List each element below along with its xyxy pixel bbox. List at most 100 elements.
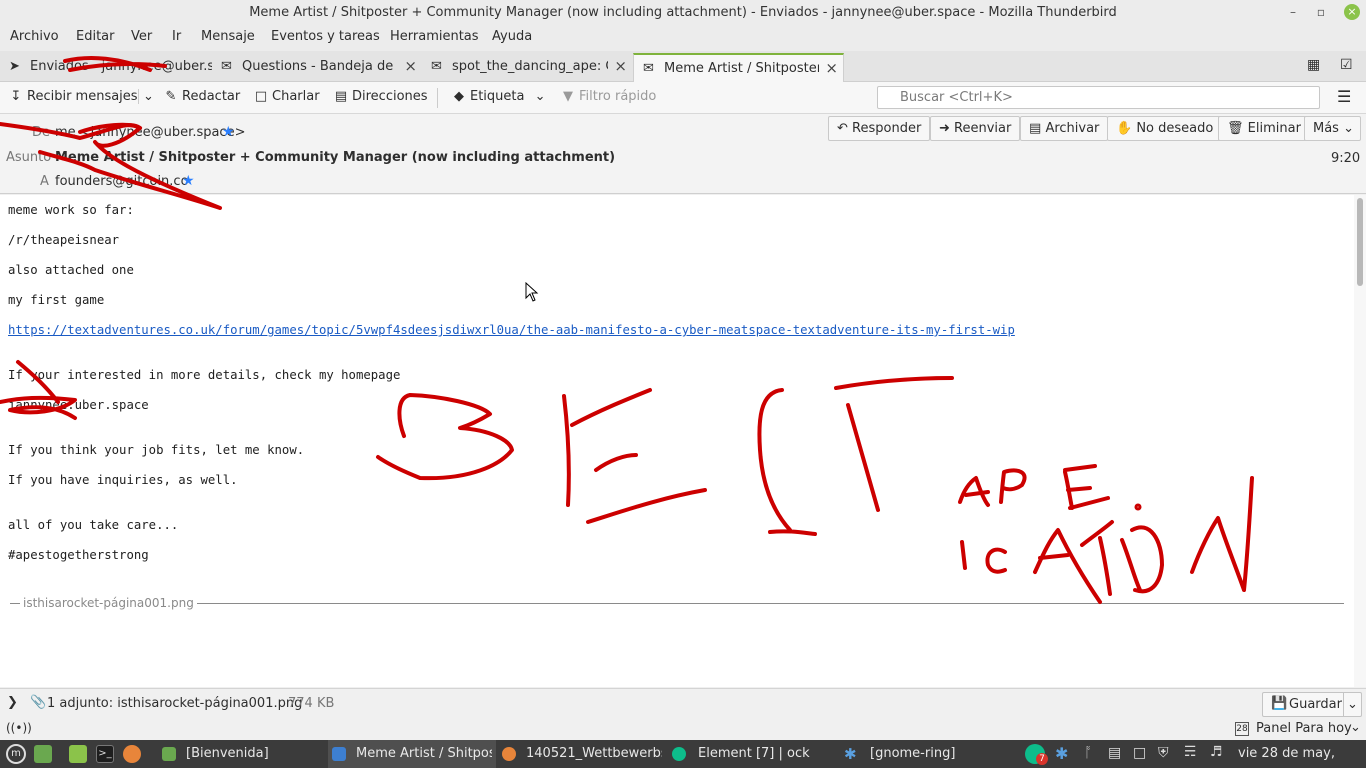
calendar-tab-icon[interactable]: ▦ xyxy=(1307,57,1320,73)
hashtag-line: #apestogetherstrong xyxy=(8,548,149,562)
window-titlebar: Meme Artist / Shitposter + Community Man… xyxy=(0,0,1366,25)
element-icon xyxy=(672,747,686,761)
today-pane-toggle[interactable]: Panel Para hoy xyxy=(1256,721,1352,736)
download-icon: ↧ xyxy=(10,89,22,104)
forward-icon: ➜ xyxy=(939,121,950,136)
game-link[interactable]: https://textadventures.co.uk/forum/games… xyxy=(8,323,1015,337)
homepage-line: jannynee.uber.space xyxy=(8,398,149,412)
window-title: Meme Artist / Shitposter + Community Man… xyxy=(249,5,1117,20)
reply-button[interactable]: ↶ Responder xyxy=(828,116,931,141)
taskbar-item-element[interactable]: Element [7] | ock xyxy=(668,740,836,768)
junk-button[interactable]: ✋ No deseado xyxy=(1107,116,1223,141)
quick-filter-button[interactable]: ▼ Filtro rápido xyxy=(560,89,656,104)
tab-enviados[interactable]: ➤ Enviados - jannynee@uber.space xyxy=(0,53,212,82)
bluetooth-icon[interactable]: ᚩ xyxy=(1084,745,1092,761)
minimize-button[interactable]: – xyxy=(1282,0,1304,25)
tag-icon: ◆ xyxy=(454,89,464,104)
files-icon[interactable] xyxy=(69,745,87,763)
app-menu-icon[interactable]: ☰ xyxy=(1337,87,1351,106)
updates-icon[interactable]: □ xyxy=(1133,745,1146,761)
tab-bar: ➤ Enviados - jannynee@uber.space ✉ Quest… xyxy=(0,51,1366,83)
delete-button[interactable]: 🗑 Eliminar xyxy=(1218,116,1310,141)
chevron-down-icon[interactable]: ⌄ xyxy=(1350,720,1361,735)
menu-ayuda[interactable]: Ayuda xyxy=(492,29,532,44)
taskbar-item-label: Meme Artist / Shitposter + Community Man… xyxy=(356,746,492,761)
write-button[interactable]: ✎ Redactar xyxy=(163,89,241,104)
chevron-right-icon[interactable]: ❯ xyxy=(7,695,18,710)
show-desktop-icon[interactable] xyxy=(34,745,52,763)
start-menu-icon[interactable]: m xyxy=(6,744,26,764)
online-status-icon[interactable]: ((•)) xyxy=(6,721,32,735)
body-line: If you have inquiries, as well. xyxy=(8,473,238,487)
chevron-down-icon: ⌄ xyxy=(143,89,154,104)
taskbar-item-wettbewerb[interactable]: 140521_Wettbewerbsanalyse xyxy=(498,740,666,768)
system-taskbar: m >_ [Bienvenida] Meme Artist / Shitpost… xyxy=(0,740,1366,768)
star-icon[interactable]: ★ xyxy=(182,173,195,189)
terminal-icon[interactable]: >_ xyxy=(96,745,114,763)
menu-editar[interactable]: Editar xyxy=(76,29,115,44)
wifi-icon[interactable]: ☴ xyxy=(1184,744,1197,760)
save-attachment-button[interactable]: 💾 Guardar ⌄ xyxy=(1262,692,1362,717)
chevron-down-icon[interactable]: ⌄ xyxy=(1343,693,1358,716)
subject-label: Asunto xyxy=(6,150,52,165)
gnome-ring-icon: ✱ xyxy=(844,745,857,763)
reply-label: Responder xyxy=(852,121,922,136)
volume-icon[interactable]: ♬ xyxy=(1210,744,1223,760)
tab-questions[interactable]: ✉ Questions - Bandeja de entrada × xyxy=(212,53,422,82)
get-messages-dropdown[interactable]: ⌄ xyxy=(138,89,154,104)
search-input[interactable]: Buscar <Ctrl+K> xyxy=(877,86,1320,109)
to-value[interactable]: founders@gitcoin.co xyxy=(55,174,189,189)
star-icon[interactable]: ★ xyxy=(222,124,235,140)
firefox-icon[interactable] xyxy=(123,745,141,763)
tasks-tab-icon[interactable]: ☑ xyxy=(1340,57,1353,73)
attachment-divider-label: isthisarocket-página001.png xyxy=(20,596,197,610)
close-window-button[interactable]: × xyxy=(1344,4,1360,20)
clipboard-icon[interactable]: ▤ xyxy=(1108,745,1121,761)
attachment-summary[interactable]: 1 adjunto: isthisarocket-página001.png xyxy=(47,696,302,711)
menu-eventos-tareas[interactable]: Eventos y tareas xyxy=(271,29,380,44)
chat-icon: □ xyxy=(254,89,268,104)
chat-button[interactable]: □ Charlar xyxy=(253,89,320,104)
to-label: A xyxy=(40,174,49,189)
menu-mensaje[interactable]: Mensaje xyxy=(201,29,255,44)
clock[interactable]: vie 28 de may, 11:08 xyxy=(1238,740,1366,768)
chevron-down-icon: ⌄ xyxy=(534,89,546,104)
maximize-button[interactable]: ▫ xyxy=(1310,0,1332,25)
more-label: Más xyxy=(1313,121,1339,136)
status-bar: ((•)) 28 Panel Para hoy ⌄ xyxy=(0,719,1366,740)
scrollbar-thumb[interactable] xyxy=(1357,198,1363,286)
tab-close-icon[interactable]: × xyxy=(401,53,417,80)
mail-icon: ✉ xyxy=(221,59,232,74)
pencil-icon: ✎ xyxy=(165,89,177,104)
tab-meme-artist[interactable]: ✉ Meme Artist / Shitposter + Community M… xyxy=(633,53,844,83)
menu-ver[interactable]: Ver xyxy=(131,29,152,44)
delete-label: Eliminar xyxy=(1247,121,1301,136)
menu-herramientas[interactable]: Herramientas xyxy=(390,29,479,44)
tag-label: Etiqueta xyxy=(470,89,525,104)
tab-close-icon[interactable]: × xyxy=(822,55,838,82)
archive-button[interactable]: ▤ Archivar xyxy=(1020,116,1109,141)
tag-button[interactable]: ◆ Etiqueta ⌄ xyxy=(451,89,546,104)
tab-close-icon[interactable]: × xyxy=(611,53,627,80)
body-line: also attached one xyxy=(8,263,134,277)
forward-button[interactable]: ➜ Reenviar xyxy=(930,116,1021,141)
taskbar-item-thunderbird[interactable]: Meme Artist / Shitposter + Community Man… xyxy=(328,740,496,768)
get-messages-button[interactable]: ↧ Recibir mensajes xyxy=(8,89,138,104)
tab-spot-the-dancing-ape[interactable]: ✉ spot_the_dancing_ape: Cheers × xyxy=(422,53,632,82)
address-book-label: Direcciones xyxy=(352,89,428,104)
taskbar-item-bienvenida[interactable]: [Bienvenida] xyxy=(158,740,326,768)
menu-archivo[interactable]: Archivo xyxy=(10,29,59,44)
paperclip-icon: 📎 xyxy=(30,695,47,710)
gnome-ring-tray-icon[interactable]: ✱ xyxy=(1055,744,1068,763)
taskbar-item-gnome-ring[interactable]: ✱ [gnome-ring] xyxy=(838,740,1008,768)
more-button[interactable]: Más ⌄ xyxy=(1304,116,1362,141)
menu-bar: Archivo Editar Ver Ir Mensaje Eventos y … xyxy=(0,25,1366,51)
shield-icon[interactable]: ⛨ xyxy=(1158,745,1169,761)
attachment-size: 774 KB xyxy=(288,696,335,711)
address-book-button[interactable]: ▤ Direcciones xyxy=(333,89,428,104)
menu-ir[interactable]: Ir xyxy=(172,29,181,44)
notification-badge: 7 xyxy=(1036,753,1048,765)
body-line: my first game xyxy=(8,293,105,307)
from-value[interactable]: me <jannynee@uber.space> xyxy=(55,125,245,140)
reply-icon: ↶ xyxy=(837,121,848,136)
